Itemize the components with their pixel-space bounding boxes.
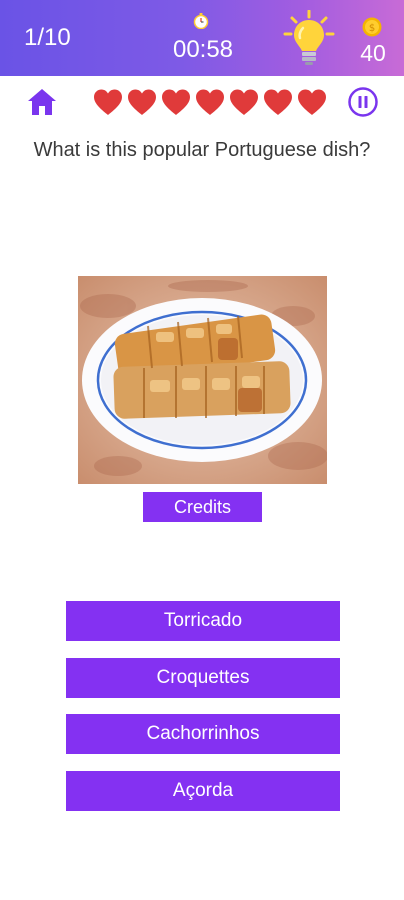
answer-option-3[interactable]: Cachorrinhos <box>66 714 340 754</box>
home-icon[interactable] <box>26 86 58 118</box>
answer-option-4[interactable]: Açorda <box>66 771 340 811</box>
hint-lightbulb-icon[interactable] <box>283 10 335 68</box>
question-text: What is this popular Portuguese dish? <box>33 139 371 161</box>
heart-icon <box>162 89 190 115</box>
heart-icon <box>128 89 156 115</box>
answer-option-2[interactable]: Croquettes <box>66 658 340 698</box>
question-progress: 1/10 <box>24 24 71 51</box>
top-bar: 1/10 00:58 $ 40 <box>0 0 404 76</box>
heart-icon <box>94 89 122 115</box>
countdown-timer: 00:58 <box>172 36 234 63</box>
svg-text:$: $ <box>369 23 375 34</box>
heart-icon <box>298 89 326 115</box>
credits-button[interactable]: Credits <box>143 492 262 522</box>
heart-icon <box>196 89 224 115</box>
heart-icon <box>230 89 258 115</box>
stopwatch-icon <box>193 13 209 29</box>
dish-photo <box>78 276 327 484</box>
lives-hearts <box>92 88 332 116</box>
answer-option-1[interactable]: Torricado <box>66 601 340 641</box>
coin-count: 40 <box>360 40 386 66</box>
pause-icon[interactable] <box>347 86 379 118</box>
coin-icon: $ <box>362 17 382 37</box>
heart-icon <box>264 89 292 115</box>
